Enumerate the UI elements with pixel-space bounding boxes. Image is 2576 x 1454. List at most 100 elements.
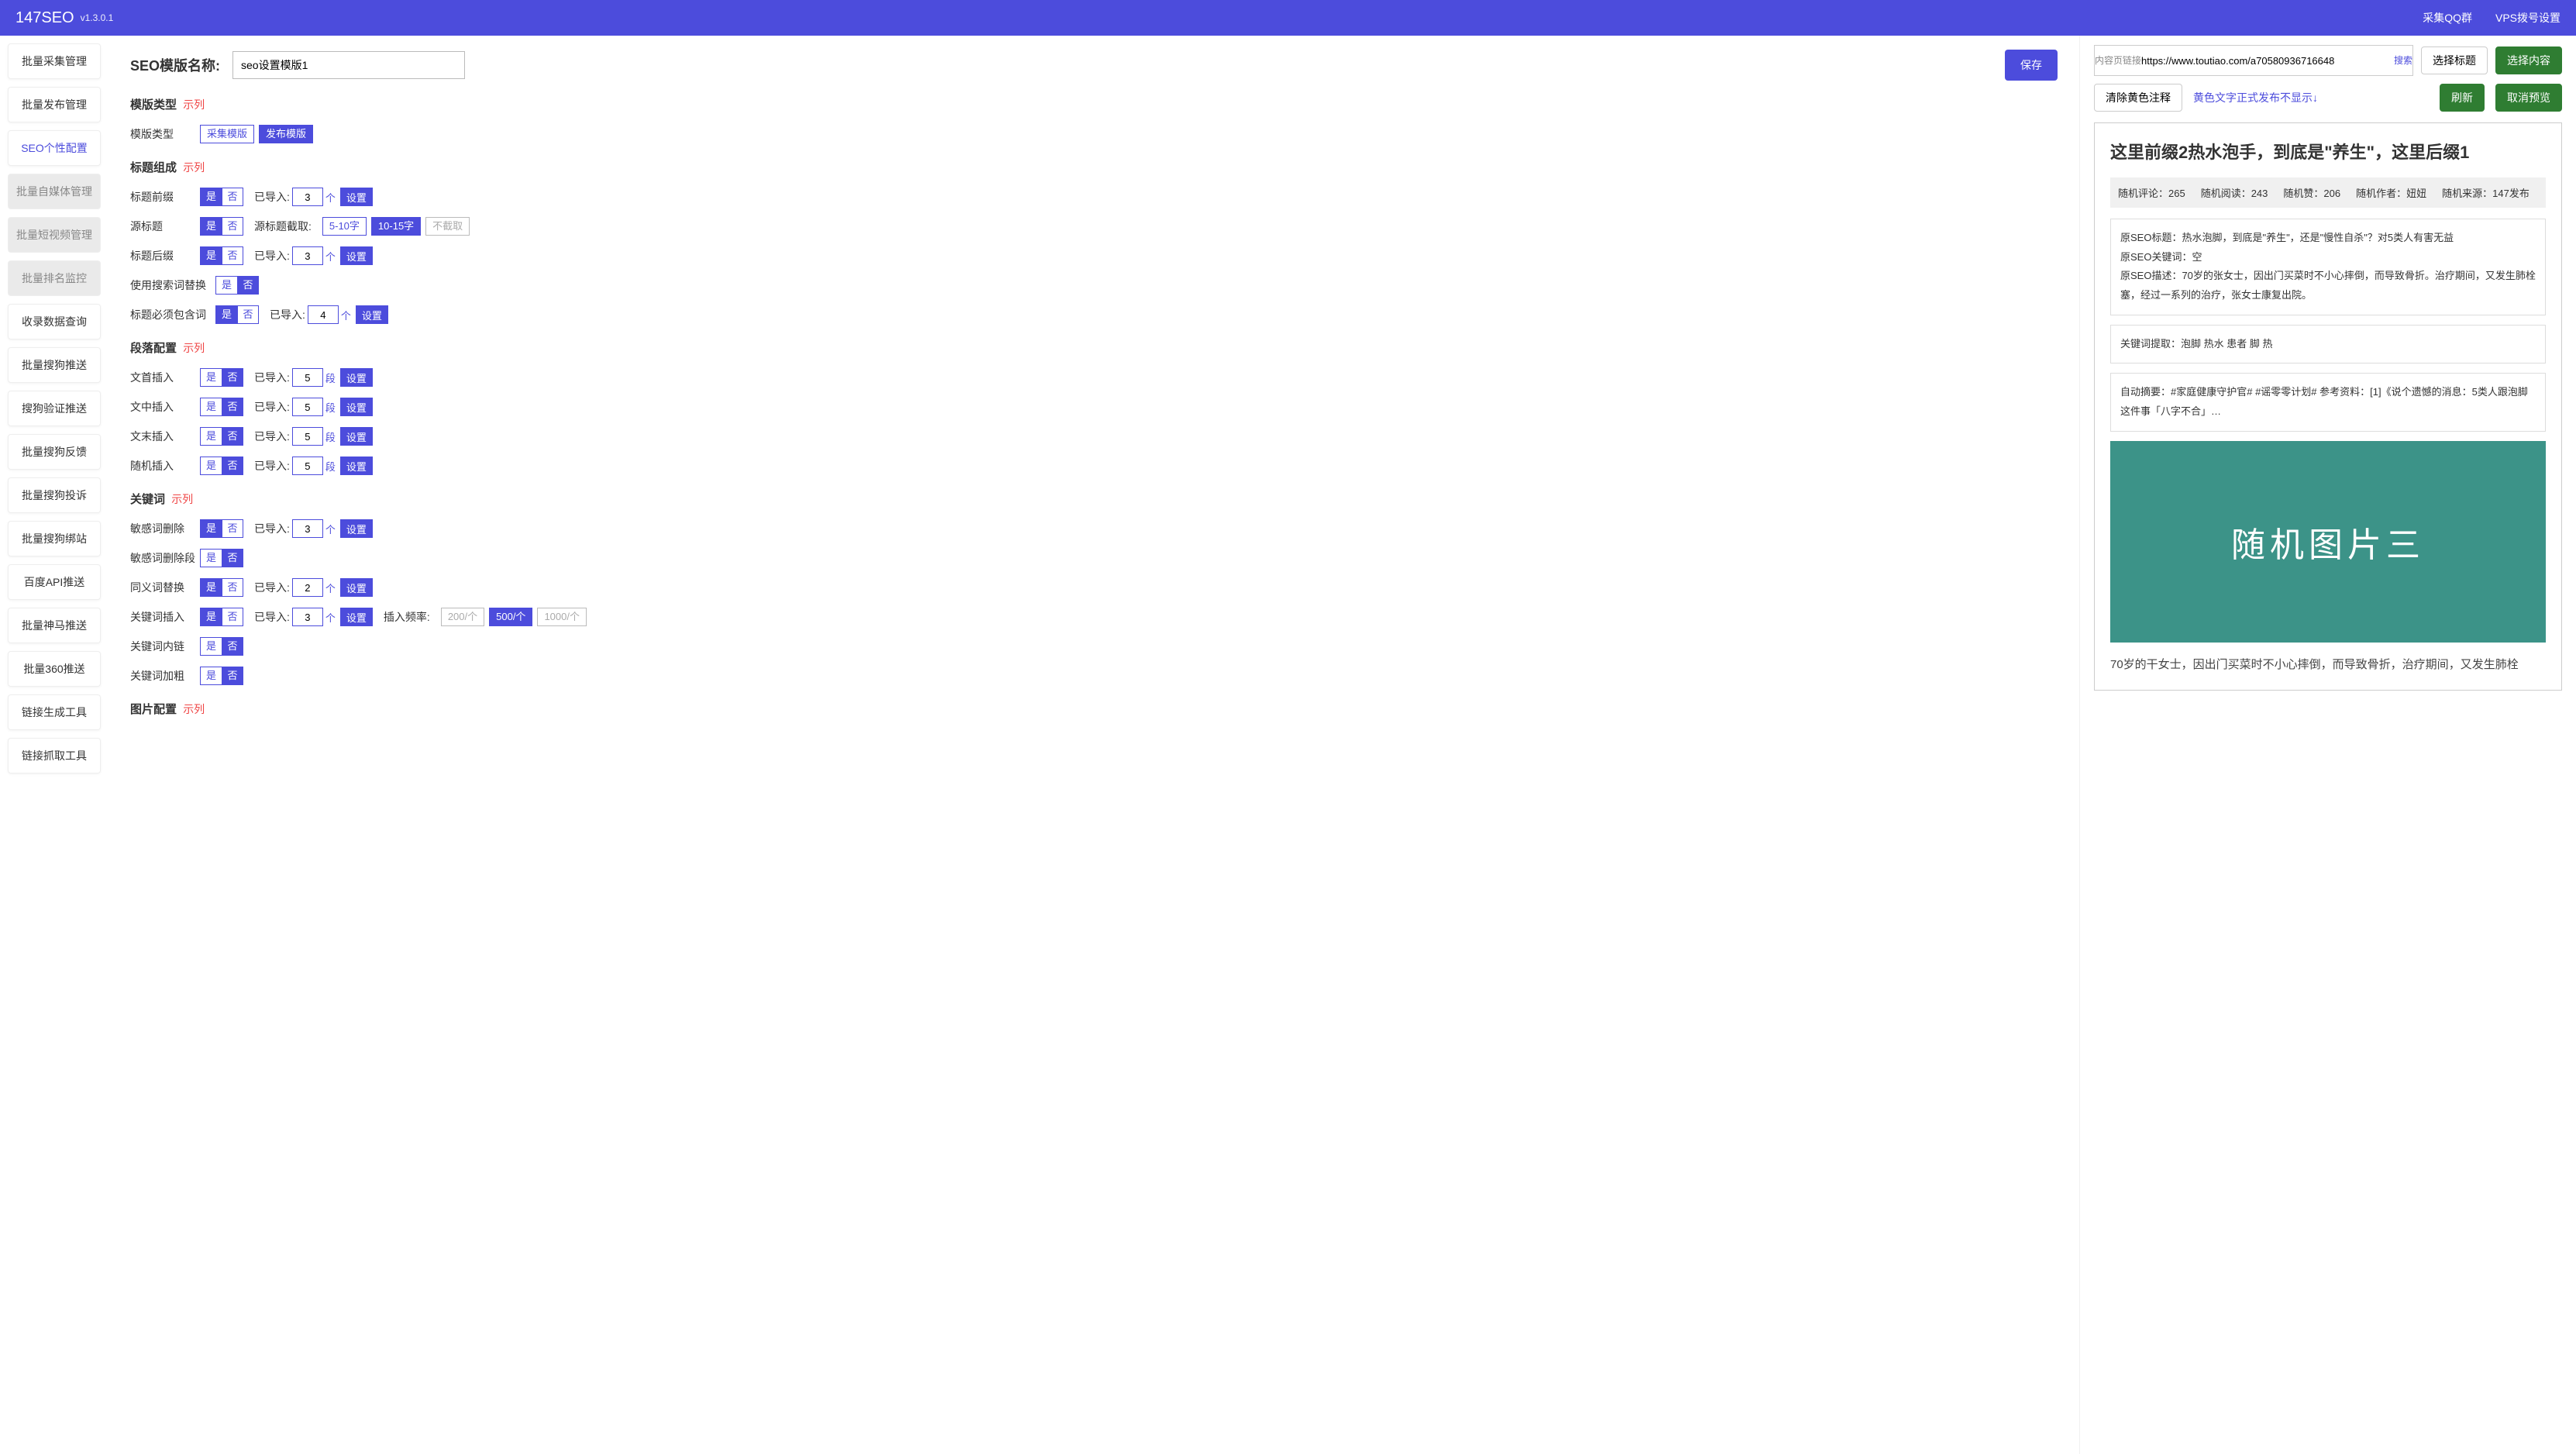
example-link[interactable]: 示列 xyxy=(183,342,205,354)
set-button[interactable]: 设置 xyxy=(340,398,373,416)
freq-200[interactable]: 200/个 xyxy=(441,608,484,626)
count-input[interactable] xyxy=(292,457,323,475)
yes-no-toggle[interactable]: 是否 xyxy=(200,398,243,416)
example-link[interactable]: 示列 xyxy=(183,703,205,715)
set-button[interactable]: 设置 xyxy=(340,608,373,626)
count-input[interactable] xyxy=(292,188,323,206)
sidebar-item-7[interactable]: 批量搜狗推送 xyxy=(8,347,101,383)
sidebar-item-1[interactable]: 批量发布管理 xyxy=(8,87,101,122)
count-input[interactable] xyxy=(292,519,323,538)
yes-no-toggle[interactable]: 是否 xyxy=(215,305,259,324)
url-box: 内容页链接 搜索 xyxy=(2094,45,2413,76)
sidebar-item-10[interactable]: 批量搜狗投诉 xyxy=(8,477,101,513)
yes-no-toggle[interactable]: 是否 xyxy=(200,246,243,265)
yes-no-toggle[interactable]: 是否 xyxy=(215,276,259,295)
sidebar-item-9[interactable]: 批量搜狗反馈 xyxy=(8,434,101,470)
clear-yellow-button[interactable]: 清除黄色注释 xyxy=(2094,84,2182,112)
cut-5-10[interactable]: 5-10字 xyxy=(322,217,367,236)
yes-no-toggle[interactable]: 是否 xyxy=(200,368,243,387)
cut-10-15[interactable]: 10-15字 xyxy=(371,217,421,236)
set-button[interactable]: 设置 xyxy=(340,519,373,538)
yes-no-toggle[interactable]: 是否 xyxy=(200,549,243,567)
set-button[interactable]: 设置 xyxy=(340,457,373,475)
yes-no-toggle[interactable]: 是否 xyxy=(200,608,243,626)
sidebar-item-8[interactable]: 搜狗验证推送 xyxy=(8,391,101,426)
yes-no-toggle[interactable]: 是否 xyxy=(200,667,243,685)
header-link-qq[interactable]: 采集QQ群 xyxy=(2423,10,2472,26)
section-title-compose: 标题组成 xyxy=(130,161,177,174)
section-paragraph: 段落配置 xyxy=(130,342,177,355)
sidebar-item-5: 批量排名监控 xyxy=(8,260,101,296)
sidebar-item-11[interactable]: 批量搜狗绑站 xyxy=(8,521,101,556)
brand: 147SEO xyxy=(15,9,74,27)
set-button[interactable]: 设置 xyxy=(340,368,373,387)
cancel-preview-button[interactable]: 取消预览 xyxy=(2495,84,2562,112)
center-panel: SEO模版名称: 保存 模版类型 示列 模版类型 采集模版 发布模版 标题组成 … xyxy=(108,36,2080,1454)
yes-no-toggle[interactable]: 是否 xyxy=(200,188,243,206)
sidebar-item-6[interactable]: 收录数据查询 xyxy=(8,304,101,339)
keyword-extract: 关键词提取：泡脚 热水 患者 脚 热 xyxy=(2120,335,2536,354)
orig-seo-title: 原SEO标题：热水泡脚，到底是"养生"，还是"慢性自杀"？对5类人有害无益 xyxy=(2120,229,2536,248)
count-input[interactable] xyxy=(292,368,323,387)
article-body: 70岁的干女士，因出门买菜时不小心摔倒，而导致骨折，治疗期间，又发生肺栓 xyxy=(2110,655,2546,675)
sidebar-item-3: 批量自媒体管理 xyxy=(8,174,101,209)
sidebar-item-12[interactable]: 百度API推送 xyxy=(8,564,101,600)
save-button[interactable]: 保存 xyxy=(2005,50,2058,81)
header-link-vps[interactable]: VPS拨号设置 xyxy=(2495,10,2561,26)
meta-source: 随机来源：147发布 xyxy=(2442,185,2530,200)
count-input[interactable] xyxy=(292,578,323,597)
count-input[interactable] xyxy=(308,305,339,324)
sidebar-item-15[interactable]: 链接生成工具 xyxy=(8,694,101,730)
template-type-label: 模版类型 xyxy=(130,126,200,142)
sidebar-item-0[interactable]: 批量采集管理 xyxy=(8,43,101,79)
meta-author: 随机作者：妞妞 xyxy=(2356,185,2426,200)
set-button[interactable]: 设置 xyxy=(340,578,373,597)
orig-seo-keyword: 原SEO关键词：空 xyxy=(2120,248,2536,267)
yes-no-toggle[interactable]: 是否 xyxy=(200,217,243,236)
set-button[interactable]: 设置 xyxy=(340,246,373,265)
example-link[interactable]: 示列 xyxy=(183,161,205,174)
count-input[interactable] xyxy=(292,608,323,626)
app-header: 147SEO v1.3.0.1 采集QQ群 VPS拨号设置 xyxy=(0,0,2576,36)
sidebar-item-14[interactable]: 批量360推送 xyxy=(8,651,101,687)
freq-500[interactable]: 500/个 xyxy=(489,608,532,626)
section-image: 图片配置 xyxy=(130,703,177,716)
yes-no-toggle[interactable]: 是否 xyxy=(200,637,243,656)
pick-content-button[interactable]: 选择内容 xyxy=(2495,47,2562,74)
set-button[interactable]: 设置 xyxy=(340,188,373,206)
section-keyword: 关键词 xyxy=(130,493,165,506)
example-link[interactable]: 示列 xyxy=(171,493,193,505)
template-type-collect[interactable]: 采集模版 xyxy=(200,125,254,143)
freq-1000[interactable]: 1000/个 xyxy=(537,608,587,626)
template-name-input[interactable] xyxy=(232,51,465,79)
image-placeholder: 随机图片三 xyxy=(2110,441,2546,643)
yes-no-toggle[interactable]: 是否 xyxy=(200,427,243,446)
count-input[interactable] xyxy=(292,398,323,416)
section-template-type: 模版类型 xyxy=(130,98,177,112)
meta-read: 随机阅读：243 xyxy=(2201,185,2268,200)
yes-no-toggle[interactable]: 是否 xyxy=(200,457,243,475)
example-link[interactable]: 示列 xyxy=(183,98,205,111)
sidebar: 批量采集管理批量发布管理 SEO个性配置批量自媒体管理批量短视频管理批量排名监控收… xyxy=(0,36,108,1454)
template-type-publish[interactable]: 发布模版 xyxy=(259,125,313,143)
count-input[interactable] xyxy=(292,427,323,446)
sidebar-item-16[interactable]: 链接抓取工具 xyxy=(8,738,101,774)
sidebar-item-13[interactable]: 批量神马推送 xyxy=(8,608,101,643)
article-meta: 随机评论：265 随机阅读：243 随机赞：206 随机作者：妞妞 随机来源：1… xyxy=(2110,177,2546,208)
preview-pane: 这里前缀2热水泡手，到底是"养生"，这里后缀1 随机评论：265 随机阅读：24… xyxy=(2094,122,2562,691)
pick-title-button[interactable]: 选择标题 xyxy=(2421,47,2488,74)
url-input[interactable] xyxy=(2141,46,2394,75)
search-button[interactable]: 搜索 xyxy=(2394,55,2412,66)
yellow-notice: 黄色文字正式发布不显示↓ xyxy=(2193,90,2318,105)
cut-none[interactable]: 不截取 xyxy=(425,217,470,236)
yes-no-toggle[interactable]: 是否 xyxy=(200,519,243,538)
sidebar-item-4: 批量短视频管理 xyxy=(8,217,101,253)
yes-no-toggle[interactable]: 是否 xyxy=(200,578,243,597)
count-input[interactable] xyxy=(292,246,323,265)
set-button[interactable]: 设置 xyxy=(340,427,373,446)
set-button[interactable]: 设置 xyxy=(356,305,388,324)
right-panel: 内容页链接 搜索 选择标题 选择内容 清除黄色注释 黄色文字正式发布不显示↓ 刷… xyxy=(2080,36,2576,1454)
sidebar-item-2[interactable]: SEO个性配置 xyxy=(8,130,101,166)
refresh-button[interactable]: 刷新 xyxy=(2440,84,2485,112)
meta-like: 随机赞：206 xyxy=(2283,185,2340,200)
